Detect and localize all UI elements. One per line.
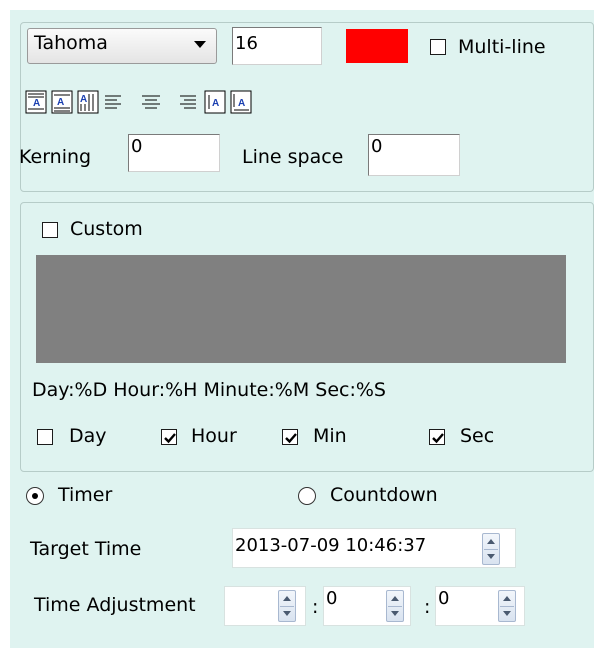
arrow-down-icon[interactable] <box>283 611 291 616</box>
adjust-hours-spinner[interactable] <box>278 590 296 622</box>
font-family-value: Tahoma <box>34 32 108 54</box>
font-color-swatch[interactable] <box>346 29 408 63</box>
properties-panel: Tahoma 16 Multi-line A A A A A Kerning 0… <box>10 10 594 648</box>
countdown-radio[interactable] <box>298 487 316 505</box>
min-label: Min <box>313 425 347 447</box>
svg-text:A: A <box>80 94 87 105</box>
svg-text:A: A <box>57 97 64 108</box>
adjust-seconds-value: 0 <box>438 588 450 609</box>
kerning-input[interactable]: 0 <box>128 134 220 172</box>
align-bottom-icon[interactable]: A <box>230 90 252 114</box>
svg-text:A: A <box>238 98 245 109</box>
checkmark-icon <box>432 433 444 444</box>
align-top-icon[interactable]: A <box>204 90 226 114</box>
multiline-label: Multi-line <box>458 36 546 58</box>
kerning-value: 0 <box>131 136 143 157</box>
arrow-up-icon[interactable] <box>487 539 495 544</box>
sec-label: Sec <box>460 425 495 447</box>
radio-selected-dot <box>32 493 38 499</box>
arrow-up-icon[interactable] <box>503 596 511 601</box>
align-right-icon[interactable] <box>176 90 198 114</box>
hour-checkbox[interactable] <box>161 429 177 445</box>
day-checkbox[interactable] <box>37 429 53 445</box>
line-space-label: Line space <box>242 146 344 168</box>
countdown-label: Countdown <box>330 484 438 506</box>
custom-label: Custom <box>70 218 143 240</box>
time-separator-2: : <box>424 596 431 618</box>
target-time-label: Target Time <box>30 538 142 560</box>
kerning-label: Kerning <box>19 146 92 168</box>
arrow-up-icon[interactable] <box>391 596 399 601</box>
format-text: Day:%D Hour:%H Minute:%M Sec:%S <box>32 379 386 401</box>
checkmark-icon <box>164 433 176 444</box>
align-vertical-text-icon[interactable]: A <box>77 90 99 114</box>
target-time-spinner[interactable] <box>482 533 500 565</box>
multiline-checkbox[interactable] <box>430 39 446 55</box>
time-adjustment-label: Time Adjustment <box>34 594 196 616</box>
align-left-icon[interactable] <box>103 90 125 114</box>
svg-text:A: A <box>212 98 219 109</box>
arrow-down-icon[interactable] <box>391 611 399 616</box>
sec-checkbox[interactable] <box>429 429 445 445</box>
line-space-input[interactable]: 0 <box>368 134 460 176</box>
timer-label: Timer <box>58 484 113 506</box>
font-size-value: 16 <box>235 33 258 54</box>
align-justify-top-icon[interactable]: A <box>25 90 47 114</box>
svg-text:A: A <box>33 98 40 109</box>
align-justify-middle-icon[interactable]: A <box>51 90 73 114</box>
arrow-up-icon[interactable] <box>283 596 291 601</box>
target-time-input[interactable]: 2013-07-09 10:46:37 <box>232 528 516 568</box>
target-time-value: 2013-07-09 10:46:37 <box>235 535 427 556</box>
custom-preview-area[interactable] <box>36 255 566 363</box>
adjust-minutes-value: 0 <box>326 588 338 609</box>
min-checkbox[interactable] <box>282 429 298 445</box>
arrow-down-icon[interactable] <box>503 611 511 616</box>
font-size-input[interactable]: 16 <box>232 27 322 65</box>
day-label: Day <box>69 425 107 447</box>
custom-checkbox[interactable] <box>42 222 58 238</box>
align-center-icon[interactable] <box>140 90 162 114</box>
line-space-value: 0 <box>371 136 383 157</box>
adjust-minutes-spinner[interactable] <box>386 590 404 622</box>
timer-radio[interactable] <box>26 487 44 505</box>
checkmark-icon <box>285 433 297 444</box>
font-family-select[interactable]: Tahoma <box>27 28 217 64</box>
adjust-seconds-spinner[interactable] <box>498 590 516 622</box>
time-separator-1: : <box>312 596 319 618</box>
hour-label: Hour <box>191 425 237 447</box>
arrow-down-icon[interactable] <box>487 554 495 559</box>
chevron-down-icon[interactable] <box>194 41 206 48</box>
